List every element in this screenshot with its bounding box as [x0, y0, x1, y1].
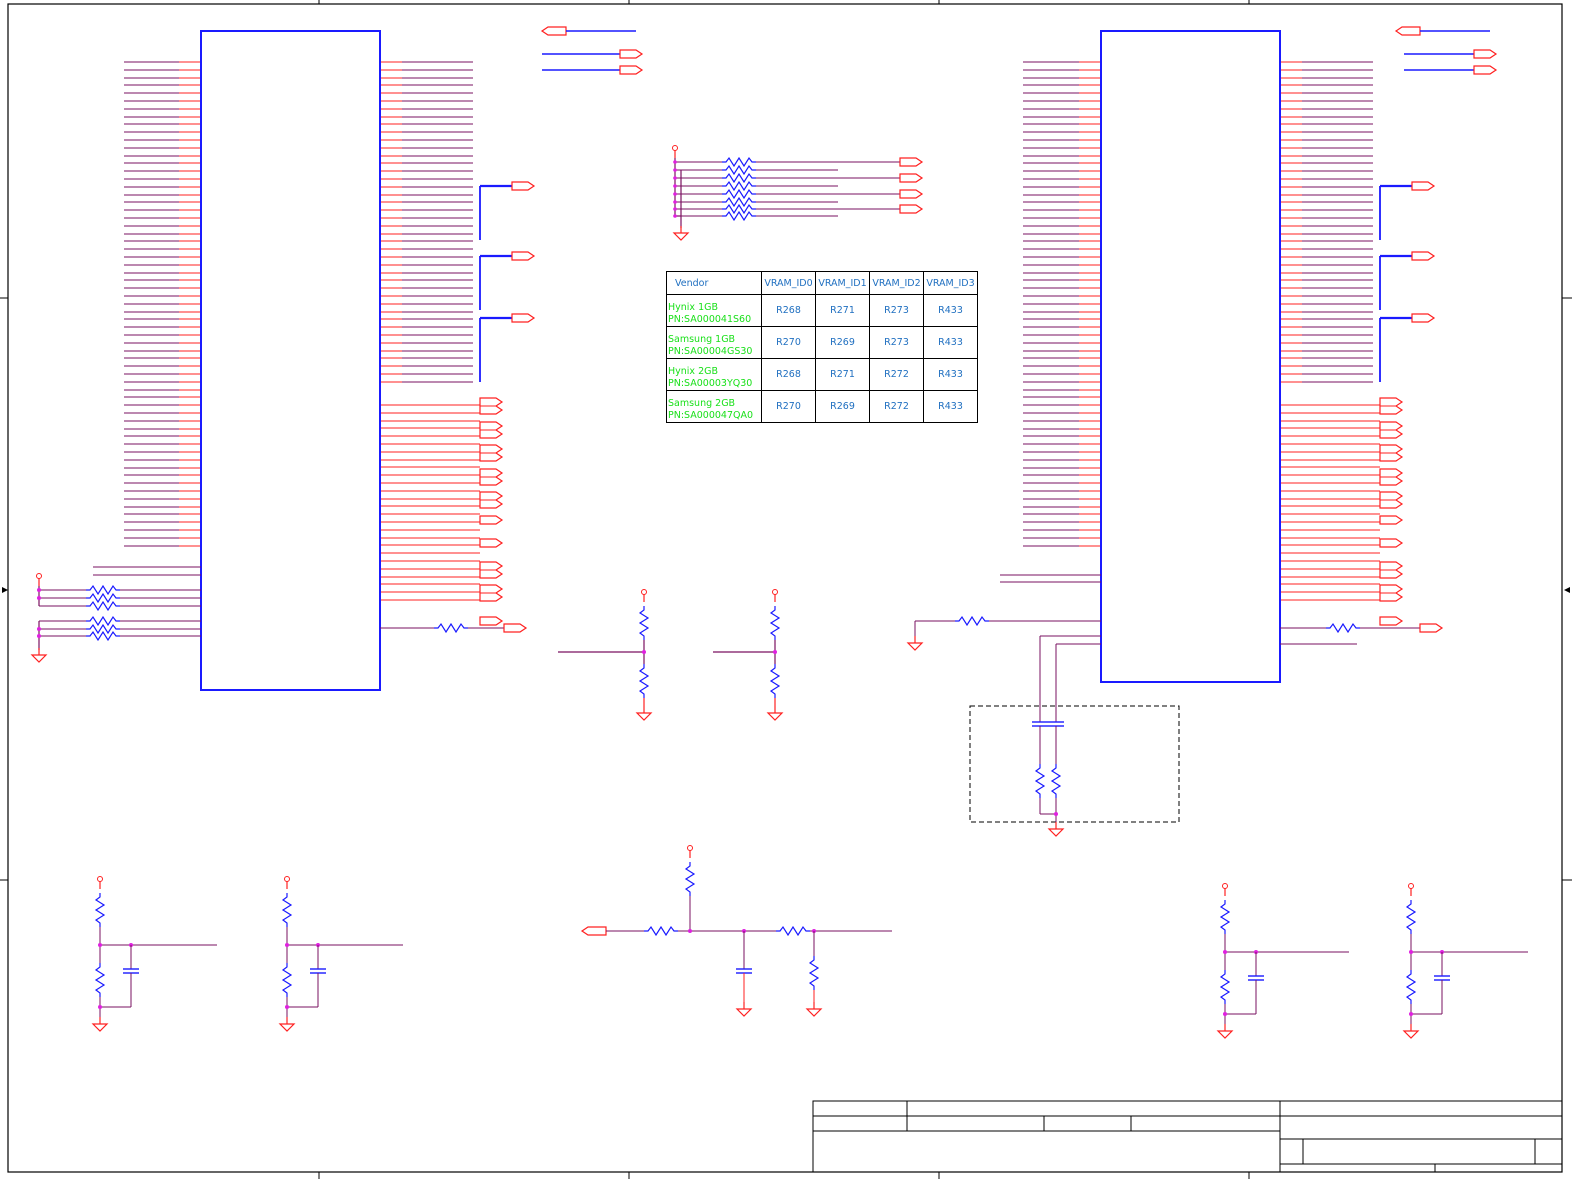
vendor-pn: PN:SA000047QA0 — [668, 410, 754, 421]
ic2-top-connectors — [1395, 26, 1497, 75]
id-cell: R273 — [869, 326, 924, 359]
id-cell: R271 — [815, 294, 870, 327]
title-block — [812, 1100, 1563, 1173]
divider-right — [713, 588, 783, 721]
vendor-cell: Hynix 1GB PN:SA000041S60 — [666, 294, 762, 327]
vendor-name: Hynix 2GB — [668, 366, 718, 377]
id-cell: R269 — [815, 390, 870, 423]
header-vram-id1: VRAM_ID1 — [815, 271, 870, 295]
ic2-left-pins — [1023, 61, 1101, 547]
vendor-cell: Samsung 1GB PN:SA00004GS30 — [666, 326, 762, 359]
table-row: Samsung 1GB PN:SA00004GS30 R270 R269 R273… — [666, 326, 978, 359]
ic1-left-pins — [124, 61, 201, 547]
header-vram-id3: VRAM_ID3 — [923, 271, 978, 295]
id-cell: R268 — [761, 358, 816, 391]
vendor-pn: PN:SA00003YQ30 — [668, 378, 753, 389]
header-vendor: Vendor — [666, 271, 762, 295]
vendor-name: Samsung 2GB — [668, 398, 736, 409]
table-row: Hynix 1GB PN:SA000041S60 R268 R271 R273 R… — [666, 294, 978, 327]
vendor-pn: PN:SA000041S60 — [668, 314, 752, 325]
ic2-left-extra — [907, 574, 1101, 651]
table-row: Samsung 2GB PN:SA000047QA0 R270 R269 R272… — [666, 390, 978, 423]
vram-id-strap-network — [671, 144, 923, 241]
ic-vram-left — [124, 30, 480, 691]
ic1-top-connectors — [541, 26, 643, 75]
id-cell: R271 — [815, 358, 870, 391]
ic1-pull-network — [31, 566, 201, 663]
ic2-output-resistor — [1280, 623, 1443, 645]
divider-left — [558, 588, 652, 721]
ic2-right-pins — [1280, 61, 1380, 601]
vram-id-strap-table: Vendor VRAM_ID0 VRAM_ID1 VRAM_ID2 VRAM_I… — [666, 271, 978, 423]
center-bottom-network — [581, 844, 892, 1017]
vendor-name: Samsung 1GB — [668, 334, 736, 345]
schematic-sheet — [0, 0, 1572, 1179]
sheet-border — [0, 0, 1572, 1179]
id-cell: R272 — [869, 358, 924, 391]
vendor-name: Hynix 1GB — [668, 302, 718, 313]
id-cell: R433 — [923, 358, 978, 391]
vendor-pn: PN:SA00004GS30 — [668, 346, 753, 357]
optional-termination-network — [969, 635, 1180, 837]
ic1-right-pins — [380, 61, 480, 601]
ic1-output-resistor — [380, 623, 527, 633]
id-cell: R272 — [869, 390, 924, 423]
table-header-row: Vendor VRAM_ID0 VRAM_ID1 VRAM_ID2 VRAM_I… — [666, 271, 978, 295]
reference-dividers — [92, 875, 1528, 1039]
id-cell: R270 — [761, 390, 816, 423]
id-cell: R433 — [923, 326, 978, 359]
id-cell: R269 — [815, 326, 870, 359]
vendor-cell: Hynix 2GB PN:SA00003YQ30 — [666, 358, 762, 391]
ic-vram-right — [1023, 30, 1380, 683]
id-cell: R433 — [923, 294, 978, 327]
id-cell: R433 — [923, 390, 978, 423]
id-cell: R270 — [761, 326, 816, 359]
id-cell: R273 — [869, 294, 924, 327]
table-row: Hynix 2GB PN:SA00003YQ30 R268 R271 R272 R… — [666, 358, 978, 391]
header-vram-id0: VRAM_ID0 — [761, 271, 816, 295]
header-vram-id2: VRAM_ID2 — [869, 271, 924, 295]
id-cell: R268 — [761, 294, 816, 327]
vendor-cell: Samsung 2GB PN:SA000047QA0 — [666, 390, 762, 423]
